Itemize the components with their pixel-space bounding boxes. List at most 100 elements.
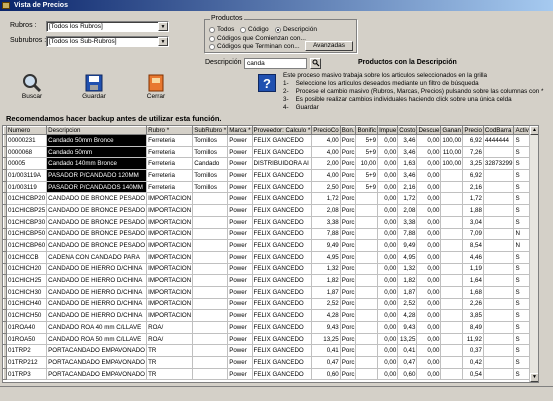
table-cell[interactable] bbox=[355, 192, 379, 206]
table-cell[interactable]: Power bbox=[227, 134, 253, 147]
table-cell[interactable]: PASADOR P/CANDADOS 140MM bbox=[46, 181, 148, 194]
table-cell[interactable]: 01CHICBP60 bbox=[6, 239, 48, 252]
table-cell[interactable]: IMPORTACION bbox=[146, 228, 194, 241]
table-cell[interactable]: IMPORTACION bbox=[146, 286, 194, 299]
table-cell[interactable]: Ferreteria bbox=[146, 134, 194, 147]
table-cell[interactable]: Power bbox=[227, 309, 253, 322]
table-cell[interactable]: 4,95 bbox=[311, 251, 341, 264]
table-cell[interactable]: 0,00 bbox=[377, 251, 399, 264]
table-cell[interactable]: 0,00 bbox=[416, 216, 442, 229]
table-cell[interactable]: 5+9 bbox=[355, 146, 379, 159]
table-cell[interactable]: FELIX GANCEDO bbox=[252, 309, 313, 322]
column-header[interactable]: Descue bbox=[416, 126, 442, 135]
table-cell[interactable]: Tornillos bbox=[192, 146, 229, 159]
table-cell[interactable]: 0,54 bbox=[462, 368, 484, 381]
table-cell[interactable]: IMPORTACION bbox=[146, 263, 194, 276]
table-cell[interactable]: 9,43 bbox=[397, 321, 418, 334]
table-cell[interactable]: IMPORTACION bbox=[146, 298, 194, 311]
table-row[interactable]: 01CHICBP20 CANDADO DE BRONCE PESADO IMPORT… bbox=[3, 192, 538, 206]
table-cell[interactable]: 0,37 bbox=[462, 344, 484, 358]
table-cell[interactable]: 3,25 bbox=[462, 157, 484, 171]
table-cell[interactable] bbox=[192, 228, 229, 241]
table-cell[interactable]: Power bbox=[227, 263, 253, 276]
table-cell[interactable]: 7,09 bbox=[462, 228, 484, 241]
table-cell[interactable]: 0,00 bbox=[416, 157, 442, 171]
table-row[interactable]: 01TRP2 PORTACANDADO EMPAVONADO TR Power FELI… bbox=[3, 344, 538, 358]
table-cell[interactable]: 7,88 bbox=[397, 228, 418, 241]
table-cell[interactable] bbox=[440, 356, 464, 369]
table-cell[interactable]: 0,00 bbox=[377, 368, 399, 381]
table-cell[interactable] bbox=[440, 274, 464, 287]
table-cell[interactable] bbox=[483, 263, 515, 276]
table-cell[interactable]: 01CHICH25 bbox=[6, 274, 48, 287]
table-cell[interactable] bbox=[483, 368, 515, 381]
table-cell[interactable]: FELIX GANCEDO bbox=[252, 216, 313, 229]
table-cell[interactable]: IMPORTACION bbox=[146, 204, 194, 217]
guardar-button[interactable]: Guardar bbox=[78, 73, 110, 100]
table-cell[interactable]: 3,04 bbox=[462, 216, 484, 229]
table-row[interactable]: 01CHICH25 CANDADO DE HIERRO D/CHINA IMPORT… bbox=[3, 274, 538, 287]
table-cell[interactable]: 3,46 bbox=[397, 146, 418, 159]
table-cell[interactable]: 4,00 bbox=[311, 169, 341, 182]
table-cell[interactable]: Porc bbox=[340, 309, 357, 322]
table-cell[interactable]: Porc bbox=[340, 134, 357, 147]
table-cell[interactable]: 0,00 bbox=[377, 263, 399, 276]
table-cell[interactable]: 3,38 bbox=[311, 216, 341, 229]
table-cell[interactable] bbox=[483, 286, 515, 299]
table-row[interactable]: 01/003119A PASADOR P/CANDADO 120MM Ferrete… bbox=[3, 169, 538, 182]
table-cell[interactable] bbox=[440, 192, 464, 206]
table-cell[interactable]: CANDADO DE BRONCE PESADO bbox=[46, 216, 148, 229]
table-cell[interactable]: TR bbox=[146, 368, 194, 381]
table-cell[interactable]: Power bbox=[227, 181, 253, 194]
table-cell[interactable]: 1,63 bbox=[397, 157, 418, 171]
table-cell[interactable]: 0,00 bbox=[416, 239, 442, 252]
table-cell[interactable]: 0,00 bbox=[416, 309, 442, 322]
table-cell[interactable]: FELIX GANCEDO bbox=[252, 192, 313, 206]
table-cell[interactable]: Candado bbox=[192, 157, 229, 171]
table-cell[interactable]: 0,60 bbox=[311, 368, 341, 381]
table-cell[interactable] bbox=[483, 169, 515, 182]
cerrar-button[interactable]: Cerrar bbox=[140, 73, 172, 100]
search-button[interactable] bbox=[310, 58, 321, 69]
table-cell[interactable]: IMPORTACION bbox=[146, 216, 194, 229]
column-header[interactable]: Numero bbox=[5, 126, 48, 135]
column-header[interactable]: SubRubro * bbox=[192, 126, 229, 135]
table-cell[interactable]: 5+9 bbox=[355, 169, 379, 182]
table-cell[interactable]: 0,00 bbox=[416, 368, 442, 381]
table-cell[interactable]: FELIX GANCEDO bbox=[252, 134, 313, 147]
table-cell[interactable]: 0,00 bbox=[377, 333, 399, 346]
table-cell[interactable] bbox=[440, 321, 464, 334]
table-cell[interactable]: 2,26 bbox=[462, 298, 484, 311]
table-cell[interactable]: 01TRP212 bbox=[6, 356, 48, 369]
table-cell[interactable]: 2,52 bbox=[311, 298, 341, 311]
table-cell[interactable]: CANDADO ROA 40 mm C/LLAVE bbox=[46, 321, 148, 334]
table-cell[interactable] bbox=[483, 204, 515, 217]
table-cell[interactable]: 1,19 bbox=[462, 263, 484, 276]
table-cell[interactable]: CANDADO DE HIERRO D/CHINA bbox=[46, 286, 148, 299]
table-cell[interactable] bbox=[483, 192, 515, 206]
table-cell[interactable]: TR bbox=[146, 356, 194, 369]
table-cell[interactable]: Candado 50mm Bronce bbox=[46, 134, 148, 147]
table-cell[interactable] bbox=[192, 204, 229, 217]
table-cell[interactable]: 0,00 bbox=[377, 239, 399, 252]
table-cell[interactable] bbox=[355, 356, 379, 369]
table-cell[interactable] bbox=[192, 286, 229, 299]
radio-comienzan-dot[interactable] bbox=[209, 35, 215, 42]
table-cell[interactable]: Tornillos bbox=[192, 181, 229, 194]
table-cell[interactable]: Power bbox=[227, 169, 253, 182]
table-cell[interactable]: PORTACANDADO EMPAVONADO bbox=[46, 356, 148, 369]
table-row[interactable]: 01/003119 PASADOR P/CANDADOS 140MM Ferrete… bbox=[3, 180, 538, 194]
table-cell[interactable]: 0,00 bbox=[377, 228, 399, 241]
table-cell[interactable]: Porc bbox=[340, 344, 357, 358]
table-cell[interactable]: 6,92 bbox=[462, 169, 484, 182]
table-cell[interactable]: 01CHICH20 bbox=[6, 263, 48, 276]
table-cell[interactable]: Candado 50mm bbox=[46, 146, 148, 159]
table-cell[interactable]: Power bbox=[227, 216, 253, 229]
table-row[interactable]: 01CHICBP25 CANDADO DE BRONCE PESADO IMPORT… bbox=[3, 204, 538, 217]
table-cell[interactable]: 6,92 bbox=[462, 134, 484, 147]
table-cell[interactable]: 13,25 bbox=[311, 333, 341, 346]
table-cell[interactable] bbox=[192, 274, 229, 287]
table-cell[interactable] bbox=[355, 333, 379, 346]
table-cell[interactable]: 0000068 bbox=[6, 146, 48, 159]
table-cell[interactable]: 2,52 bbox=[397, 298, 418, 311]
